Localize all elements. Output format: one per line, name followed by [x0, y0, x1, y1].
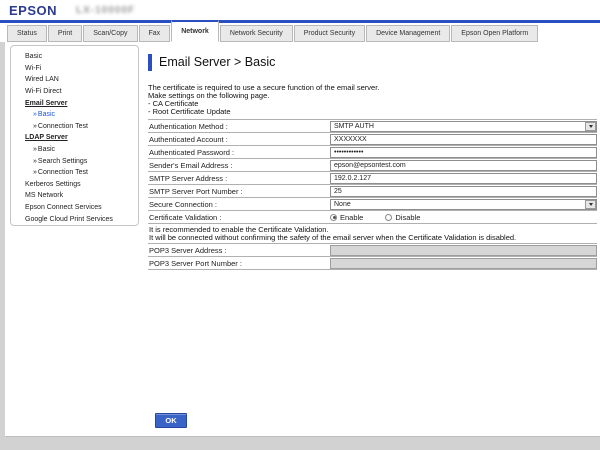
tab-network-security[interactable]: Network Security: [220, 25, 293, 42]
authentication-method-select[interactable]: SMTP AUTH: [330, 121, 597, 132]
certificate-validation-enable-label: Enable: [340, 213, 363, 222]
tab-fax[interactable]: Fax: [139, 25, 171, 42]
chevron-down-icon: [589, 203, 593, 206]
certificate-validation-disable-label: Disable: [395, 213, 420, 222]
sidebar-group-email-server[interactable]: Email Server: [11, 97, 138, 109]
top-tab-bar: Status Print Scan/Copy Fax Network Netwo…: [0, 23, 600, 42]
sidebar-item-epson-connect-services[interactable]: Epson Connect Services: [11, 202, 138, 214]
authenticated-password-input[interactable]: [330, 147, 597, 158]
form-row-authenticated-password: Authenticated Password :: [148, 146, 597, 159]
sender-email-label: Sender's Email Address :: [148, 161, 330, 170]
sidebar-item-email-server-connection-test[interactable]: Connection Test: [11, 121, 138, 133]
sidebar-item-ldap-search-settings[interactable]: Search Settings: [11, 155, 138, 167]
form-row-secure-connection: Secure Connection : None: [148, 198, 597, 211]
sender-email-input[interactable]: [330, 160, 597, 171]
tab-product-security[interactable]: Product Security: [294, 25, 365, 42]
sidebar-item-kerberos-settings[interactable]: Kerberos Settings: [11, 179, 138, 191]
ok-button[interactable]: OK: [155, 413, 187, 428]
authentication-method-value: SMTP AUTH: [334, 123, 374, 130]
sidebar-nav: Basic Wi-Fi Wired LAN Wi-Fi Direct Email…: [10, 45, 139, 226]
tab-print[interactable]: Print: [48, 25, 82, 42]
sidebar-item-ldap-basic[interactable]: Basic: [11, 144, 138, 156]
smtp-server-port-label: SMTP Server Port Number :: [148, 187, 330, 196]
pop3-server-address-input: [330, 245, 597, 256]
sidebar-item-wifi-direct[interactable]: Wi-Fi Direct: [11, 86, 138, 98]
sidebar-item-google-cloud-print-services[interactable]: Google Cloud Print Services: [11, 213, 138, 225]
form-row-pop3-server-address: POP3 Server Address :: [148, 244, 597, 257]
tab-network[interactable]: Network: [171, 19, 219, 42]
tab-status[interactable]: Status: [7, 25, 47, 42]
authenticated-account-label: Authenticated Account :: [148, 135, 330, 144]
content-area: Basic Wi-Fi Wired LAN Wi-Fi Direct Email…: [5, 42, 600, 437]
authentication-method-label: Authentication Method :: [148, 122, 330, 131]
page-description: The certificate is required to use a sec…: [148, 84, 600, 116]
form-row-certificate-validation: Certificate Validation : Enable Disable: [148, 211, 597, 224]
form-row-pop3-server-port: POP3 Server Port Number :: [148, 257, 597, 270]
secure-connection-value: None: [334, 201, 351, 208]
sidebar-group-ldap-server[interactable]: LDAP Server: [11, 132, 138, 144]
printer-model-blurred: LX-10000F: [76, 5, 135, 16]
certificate-validation-enable-radio[interactable]: [330, 214, 337, 221]
dropdown-button[interactable]: [585, 200, 596, 209]
form-row-smtp-server-address: SMTP Server Address :: [148, 172, 597, 185]
form-row-authenticated-account: Authenticated Account :: [148, 133, 597, 146]
page-title: Email Server > Basic: [159, 55, 275, 69]
tab-epson-open-platform[interactable]: Epson Open Platform: [451, 25, 538, 42]
chevron-down-icon: [589, 125, 593, 128]
epson-web-config-page: EPSON LX-10000F Status Print Scan/Copy F…: [0, 0, 600, 450]
smtp-server-address-input[interactable]: [330, 173, 597, 184]
form-row-authentication-method: Authentication Method : SMTP AUTH: [148, 120, 597, 133]
certificate-validation-disable-radio[interactable]: [385, 214, 392, 221]
secure-connection-select[interactable]: None: [330, 199, 597, 210]
dropdown-button[interactable]: [585, 122, 596, 131]
form-row-sender-email: Sender's Email Address :: [148, 159, 597, 172]
pop3-server-port-label: POP3 Server Port Number :: [148, 259, 330, 268]
tab-scan-copy[interactable]: Scan/Copy: [83, 25, 137, 42]
pop3-server-address-label: POP3 Server Address :: [148, 246, 330, 255]
description-line: Make settings on the following page.: [148, 92, 600, 100]
sidebar-item-ldap-connection-test[interactable]: Connection Test: [11, 167, 138, 179]
note-line: It will be connected without confirming …: [149, 234, 597, 242]
form-row-smtp-server-port: SMTP Server Port Number :: [148, 185, 597, 198]
sidebar-item-wired-lan[interactable]: Wired LAN: [11, 74, 138, 86]
sidebar-item-ms-network[interactable]: MS Network: [11, 190, 138, 202]
main-panel: Email Server > Basic The certificate is …: [148, 53, 600, 270]
tab-device-management[interactable]: Device Management: [366, 25, 450, 42]
sidebar-item-wifi[interactable]: Wi-Fi: [11, 63, 138, 75]
header: EPSON LX-10000F: [0, 0, 600, 20]
description-line: - Root Certificate Update: [148, 108, 600, 116]
email-server-form: Authentication Method : SMTP AUTH Authen…: [148, 119, 597, 270]
certificate-validation-label: Certificate Validation :: [148, 213, 330, 222]
smtp-server-port-input[interactable]: [330, 186, 597, 197]
epson-logo: EPSON: [9, 3, 57, 18]
secure-connection-label: Secure Connection :: [148, 200, 330, 209]
authenticated-account-input[interactable]: [330, 134, 597, 145]
title-accent-bar: [148, 54, 152, 71]
sidebar-item-basic[interactable]: Basic: [11, 51, 138, 63]
smtp-server-address-label: SMTP Server Address :: [148, 174, 330, 183]
pop3-server-port-input: [330, 258, 597, 269]
page-title-row: Email Server > Basic: [148, 53, 600, 71]
sidebar-item-email-server-basic[interactable]: Basic: [11, 109, 138, 121]
certificate-validation-note: It is recommended to enable the Certific…: [148, 224, 597, 244]
authenticated-password-label: Authenticated Password :: [148, 148, 330, 157]
